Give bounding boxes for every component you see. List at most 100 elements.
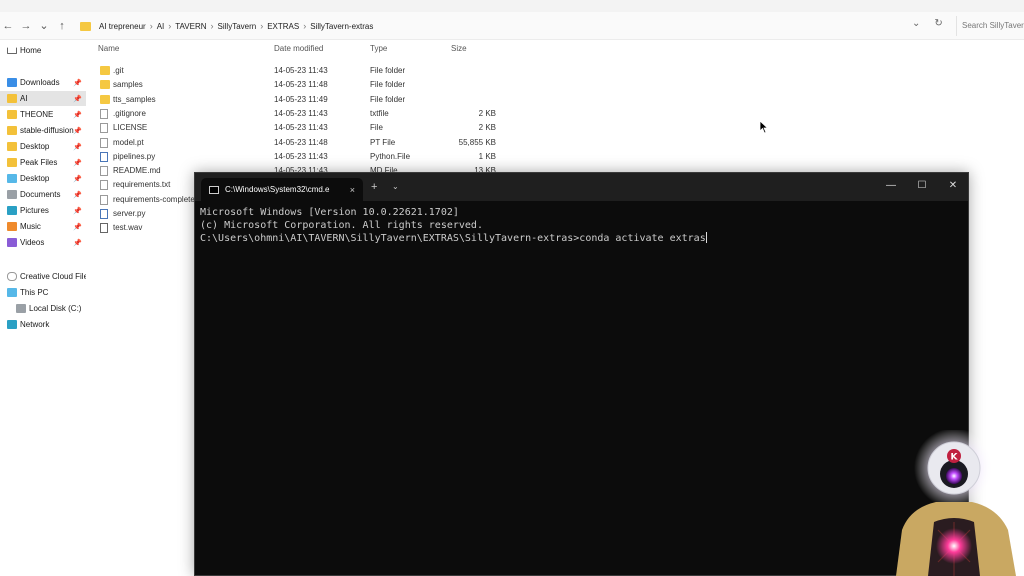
file-date: 14-05-23 11:48 xyxy=(274,137,328,147)
mouse-cursor-icon xyxy=(759,120,769,134)
folder-icon xyxy=(7,142,17,151)
breadcrumb-item[interactable]: TAVERN xyxy=(175,22,206,31)
file-date: 14-05-23 11:43 xyxy=(274,123,328,133)
file-row[interactable]: tts_samples 14-05-23 11:49 File folder xyxy=(92,93,512,107)
file-type: PT File xyxy=(370,137,396,147)
breadcrumb-item[interactable]: SillyTavern-extras xyxy=(310,22,373,31)
streamer-avatar: K xyxy=(896,430,1016,576)
chevron-right-icon: › xyxy=(149,21,153,31)
avatar-badge-letter: K xyxy=(951,453,959,463)
breadcrumb-item[interactable]: AI trepreneur xyxy=(99,22,146,31)
sidebar-item[interactable]: Desktop 📌 xyxy=(0,139,86,154)
cloud-icon xyxy=(7,272,17,281)
sidebar-item[interactable]: stable-diffusion 📌 xyxy=(0,123,86,138)
up-icon[interactable]: ↑ xyxy=(54,18,70,34)
maximize-button[interactable]: ☐ xyxy=(914,180,930,191)
file-name: LICENSE xyxy=(113,123,148,133)
breadcrumb-item[interactable]: AI xyxy=(157,22,165,31)
close-tab-icon[interactable]: × xyxy=(350,185,355,195)
sidebar-item-label: THEONE xyxy=(20,110,54,119)
file-icon xyxy=(100,180,108,191)
file-name: tts_samples xyxy=(113,94,156,104)
file-date: 14-05-23 11:49 xyxy=(274,94,328,104)
terminal-output[interactable]: Microsoft Windows [Version 10.0.22621.17… xyxy=(200,207,960,246)
file-row[interactable]: samples 14-05-23 11:48 File folder xyxy=(92,78,512,92)
sidebar-item[interactable]: Peak Files 📌 xyxy=(0,155,86,170)
pin-icon: 📌 xyxy=(73,79,82,87)
sidebar-item-label: Music xyxy=(20,222,41,231)
file-icon xyxy=(100,137,108,148)
close-button[interactable]: ✕ xyxy=(945,180,961,191)
sidebar-item-label: This PC xyxy=(20,288,49,297)
column-header-size[interactable]: Size xyxy=(451,44,467,53)
pin-icon: 📌 xyxy=(73,159,82,167)
sidebar-item[interactable]: Pictures 📌 xyxy=(0,203,86,218)
address-dropdown-icon[interactable]: ⌄ xyxy=(912,18,920,29)
sidebar-item[interactable]: Local Disk (C:) xyxy=(0,301,86,316)
sidebar-item[interactable]: Videos 📌 xyxy=(0,235,86,250)
sidebar-item[interactable]: Creative Cloud Files xyxy=(0,269,86,284)
breadcrumb-item[interactable]: SillyTavern xyxy=(218,22,257,31)
file-type: File folder xyxy=(370,94,406,104)
chevron-right-icon: › xyxy=(210,21,214,31)
sidebar-item[interactable]: Home xyxy=(0,43,86,58)
file-icon xyxy=(100,123,108,134)
minimize-button[interactable]: — xyxy=(883,180,899,191)
sidebar-item-label: Local Disk (C:) xyxy=(29,304,82,313)
file-row[interactable]: pipelines.py 14-05-23 11:43 Python.File 1 K… xyxy=(92,150,512,164)
column-header-name[interactable]: Name xyxy=(98,44,119,53)
sidebar-item[interactable]: Downloads 📌 xyxy=(0,75,86,90)
sidebar-item[interactable]: THEONE 📌 xyxy=(0,107,86,122)
file-row[interactable]: LICENSE 14-05-23 11:43 File 2 KB xyxy=(92,121,512,135)
file-size: 1 KB xyxy=(478,151,496,161)
column-headers: Name Date modified Type Size xyxy=(92,44,562,58)
file-row[interactable]: model.pt 14-05-23 11:48 PT File 55,855 KB xyxy=(92,136,512,150)
sidebar-item[interactable]: Desktop 📌 xyxy=(0,171,86,186)
network-icon xyxy=(7,320,17,329)
terminal-titlebar[interactable]: C:\Windows\System32\cmd.e × + ⌄ — ☐ ✕ xyxy=(195,173,968,201)
sidebar-item-label: Downloads xyxy=(20,78,60,87)
terminal-input-line[interactable]: C:\Users\ohmni\AI\TAVERN\SillyTavern\EXT… xyxy=(200,232,960,246)
file-date: 14-05-23 11:43 xyxy=(274,66,328,75)
pin-icon: 📌 xyxy=(73,95,82,103)
tab-dropdown-icon[interactable]: ⌄ xyxy=(392,182,399,191)
file-name: model.pt xyxy=(113,137,144,147)
python-file-icon xyxy=(100,209,108,219)
sidebar-item-label: Desktop xyxy=(20,174,50,183)
forward-icon[interactable]: → xyxy=(18,18,34,34)
back-icon[interactable]: ← xyxy=(0,18,16,34)
home-icon xyxy=(7,47,17,54)
sidebar-item-label: Home xyxy=(20,46,42,55)
sidebar-item[interactable]: Documents 📌 xyxy=(0,187,86,202)
breadcrumb-item[interactable]: EXTRAS xyxy=(267,22,299,31)
pin-icon: 📌 xyxy=(73,223,82,231)
folder-icon xyxy=(100,66,110,75)
sidebar-item[interactable]: Music 📌 xyxy=(0,219,86,234)
pin-icon: 📌 xyxy=(73,111,82,119)
file-row[interactable]: .git 14-05-23 11:43 File folder xyxy=(92,64,512,78)
file-row[interactable]: .gitignore 14-05-23 11:43 txtfile 2 KB xyxy=(92,107,512,121)
sidebar-item[interactable]: Network xyxy=(0,317,86,332)
recent-dropdown-icon[interactable]: ⌄ xyxy=(36,18,52,34)
sidebar-item[interactable]: This PC xyxy=(0,285,86,300)
terminal-tab[interactable]: C:\Windows\System32\cmd.e × xyxy=(201,178,363,201)
search-input[interactable]: Search SillyTavern xyxy=(956,16,1024,36)
folder-icon xyxy=(100,80,110,90)
sidebar-item-label: AI xyxy=(20,94,28,103)
terminal-line: (c) Microsoft Corporation. All rights re… xyxy=(200,219,483,231)
file-size: 55,855 KB xyxy=(458,137,496,147)
column-header-date[interactable]: Date modified xyxy=(274,44,323,53)
sidebar-item[interactable]: AI 📌 xyxy=(0,91,86,106)
refresh-icon[interactable]: ↻ xyxy=(934,18,942,29)
file-icon xyxy=(100,166,108,177)
audio-file-icon xyxy=(100,223,108,234)
pin-icon: 📌 xyxy=(73,127,82,135)
command-prompt-window[interactable]: C:\Windows\System32\cmd.e × + ⌄ — ☐ ✕ Mi… xyxy=(194,172,969,576)
new-tab-button[interactable]: + xyxy=(371,181,377,193)
breadcrumb[interactable]: AI trepreneur › AI › TAVERN › SillyTaver… xyxy=(80,18,373,34)
sidebar-item-label: Peak Files xyxy=(20,158,58,167)
terminal-line: Microsoft Windows [Version 10.0.22621.17… xyxy=(200,207,459,218)
download-icon xyxy=(7,78,17,87)
column-header-type[interactable]: Type xyxy=(370,44,387,53)
sidebar-item-label: Videos xyxy=(20,238,45,247)
